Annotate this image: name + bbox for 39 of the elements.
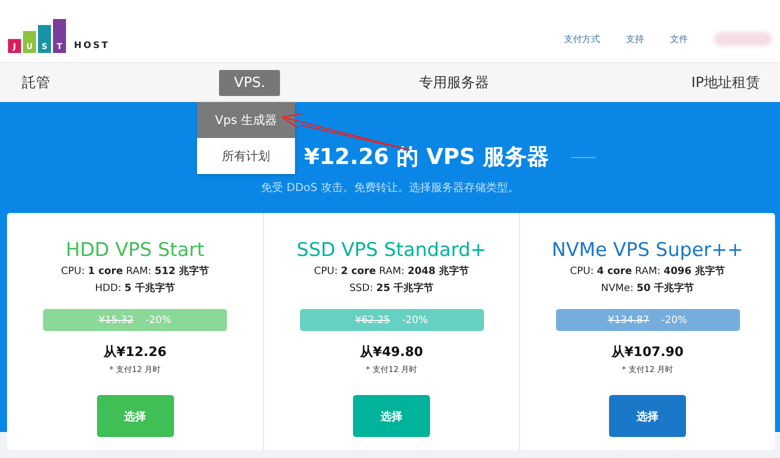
plan-spec: SSD: 25 千兆字节: [349, 281, 434, 295]
plan-spec: HDD: 5 千兆字节: [95, 281, 175, 295]
logo-letter: J: [8, 39, 21, 53]
plan-price: 从¥107.90: [611, 344, 684, 361]
hero-subtitle: 免受 DDoS 攻击。免费转让。选择服务器存储类型。: [261, 180, 519, 195]
plan-price: 从¥12.26: [103, 344, 167, 361]
price-note: * 支付12 月时: [622, 364, 674, 375]
header-link[interactable]: 文件: [670, 32, 688, 46]
discount-label: -20%: [402, 314, 428, 326]
old-price: ¥62.25: [355, 314, 390, 326]
plan-name: SSD VPS Standard+: [296, 239, 486, 261]
plan-spec: CPU: 1 core RAM: 512 兆字节: [61, 264, 209, 278]
discount-label: -20%: [146, 314, 172, 326]
nav-tab[interactable]: 託管: [22, 74, 50, 92]
plan-name: HDD VPS Start: [66, 239, 204, 261]
nav-tab[interactable]: VPS.: [219, 70, 280, 96]
hero-title: ¥12.26 的 VPS 服务器: [304, 144, 549, 172]
logo-letter: S: [38, 25, 51, 53]
logo-letter: U: [23, 31, 36, 53]
old-price: ¥134.87: [608, 314, 650, 326]
header-link[interactable]: 支持: [626, 32, 644, 46]
old-price: ¥15.32: [98, 314, 134, 326]
price-note: * 支付12 月时: [366, 364, 418, 375]
logo-text: HOST: [74, 41, 110, 51]
logo-letter: T: [53, 19, 66, 53]
plan-spec: CPU: 2 core RAM: 2048 兆字节: [314, 264, 469, 278]
plan-name: NVMe VPS Super++: [552, 239, 744, 261]
discount-label: -20%: [661, 314, 688, 326]
menu-item[interactable]: Vps 生成器: [197, 102, 295, 138]
nav-tab[interactable]: IP地址租赁: [691, 74, 760, 92]
plan-price: 从¥49.80: [360, 344, 424, 361]
nav-tab[interactable]: 专用服务器: [419, 74, 489, 92]
redaction-blur: [714, 32, 772, 46]
plan-spec: NVMe: 50 千兆字节: [600, 281, 694, 295]
menu-item[interactable]: 所有计划: [197, 138, 295, 174]
select-button[interactable]: 选择: [609, 395, 686, 437]
plan-spec: CPU: 4 core RAM: 4096 兆字节: [570, 264, 725, 278]
price-note: * 支付12 月时: [109, 364, 161, 375]
header-link[interactable]: 支付方式: [564, 32, 600, 46]
